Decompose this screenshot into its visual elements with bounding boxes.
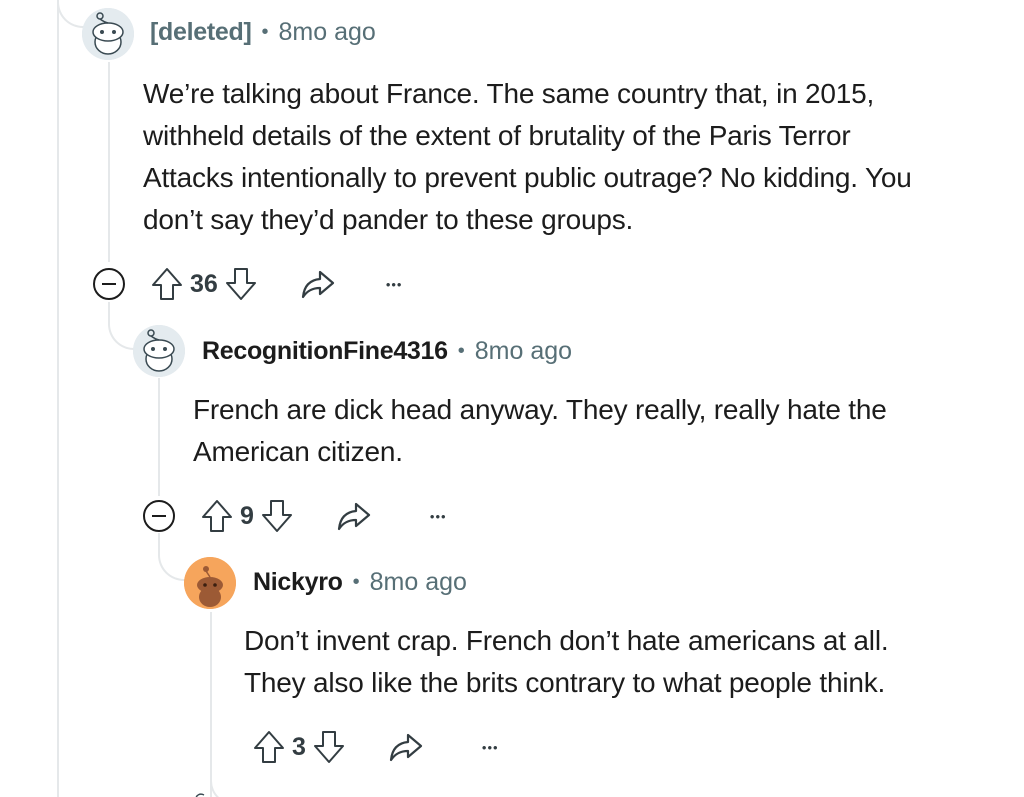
thread-connector: [158, 533, 186, 581]
comment-actions: 36 •••: [150, 264, 402, 304]
snoo-default-avatar-icon: [195, 793, 205, 797]
comment-meta: [deleted] • 8mo ago: [150, 18, 376, 47]
avatar[interactable]: [133, 325, 185, 377]
vote-count: 9: [240, 501, 254, 530]
comment-line: American citizen.: [193, 436, 403, 467]
separator: •: [457, 340, 465, 362]
next-avatar-partial: [192, 787, 212, 797]
timestamp[interactable]: 8mo ago: [370, 568, 467, 597]
thread-connector: [210, 765, 234, 797]
upvote-button[interactable]: [200, 498, 234, 534]
snoo-orange-avatar-icon: [184, 557, 236, 609]
upvote-icon: [152, 268, 182, 300]
avatar[interactable]: [82, 8, 134, 60]
vote-count: 3: [292, 732, 306, 761]
share-icon: [389, 733, 423, 762]
comment-meta: Nickyro • 8mo ago: [253, 568, 467, 597]
comment-actions: 9 •••: [200, 496, 447, 536]
comment-body: French are dick head anyway. They really…: [193, 389, 887, 473]
thread-line-recognition[interactable]: [158, 378, 160, 496]
comment-line: French are dick head anyway. They really…: [193, 394, 887, 425]
outer-thread-line: [57, 0, 59, 797]
comment-line: don’t say they’d pander to these groups.: [143, 204, 634, 235]
upvote-icon: [254, 731, 284, 763]
upvote-icon: [202, 500, 232, 532]
comment-line: withheld details of the extent of brutal…: [143, 120, 851, 151]
comment-line: They also like the brits contrary to wha…: [244, 667, 886, 698]
minus-icon: [152, 515, 166, 517]
separator: •: [261, 21, 269, 43]
comment-line: Don’t invent crap. French don’t hate ame…: [244, 625, 889, 656]
upvote-button[interactable]: [150, 266, 184, 302]
downvote-button[interactable]: [260, 498, 294, 534]
thread-connector: [57, 0, 87, 28]
username[interactable]: Nickyro: [253, 568, 343, 597]
thread-line-deleted[interactable]: [108, 62, 110, 262]
comment-body: We’re talking about France. The same cou…: [143, 73, 912, 241]
username[interactable]: RecognitionFine4316: [202, 337, 448, 366]
minus-icon: [102, 283, 116, 285]
comment-body: Don’t invent crap. French don’t hate ame…: [244, 620, 889, 704]
thread-connector: [108, 302, 136, 350]
upvote-button[interactable]: [252, 729, 286, 765]
comment-line: We’re talking about France. The same cou…: [143, 78, 875, 109]
downvote-icon: [261, 500, 292, 532]
share-button[interactable]: [336, 501, 372, 531]
separator: •: [352, 571, 360, 593]
collapse-button[interactable]: [93, 268, 125, 300]
timestamp[interactable]: 8mo ago: [475, 337, 572, 366]
snoo-deleted-avatar-icon: [82, 8, 134, 60]
collapse-button[interactable]: [143, 500, 175, 532]
vote-count: 36: [190, 269, 218, 298]
snoo-default-avatar-icon: [133, 325, 185, 377]
comment-line: Attacks intentionally to prevent public …: [143, 162, 912, 193]
comment-meta: RecognitionFine4316 • 8mo ago: [202, 337, 572, 366]
downvote-icon: [313, 731, 344, 763]
more-options-button[interactable]: •••: [430, 509, 447, 524]
share-button[interactable]: [388, 732, 424, 762]
username[interactable]: [deleted]: [150, 18, 252, 47]
downvote-button[interactable]: [224, 266, 258, 302]
avatar[interactable]: [184, 557, 236, 609]
downvote-icon: [225, 268, 256, 300]
timestamp[interactable]: 8mo ago: [279, 18, 376, 47]
share-icon: [301, 270, 334, 299]
comment-actions: 3 •••: [252, 727, 499, 767]
share-icon: [337, 502, 371, 531]
more-options-button[interactable]: •••: [386, 277, 403, 292]
more-options-button[interactable]: •••: [482, 740, 499, 755]
share-button[interactable]: [300, 269, 336, 299]
downvote-button[interactable]: [312, 729, 346, 765]
